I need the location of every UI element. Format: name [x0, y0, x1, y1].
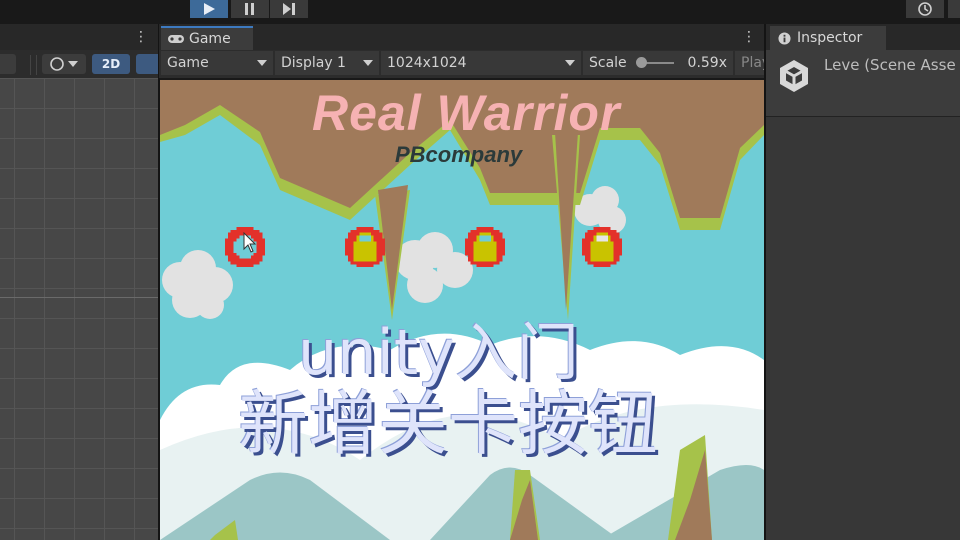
scene-tool-dropdown[interactable]: [0, 54, 16, 74]
scale-slider-handle[interactable]: [636, 57, 647, 68]
play-mode-label: Play: [741, 55, 765, 71]
gamepad-icon: [168, 35, 184, 43]
level-button-2-locked[interactable]: [342, 223, 388, 271]
inspector-asset-title: Leve (Scene Asse: [824, 56, 956, 74]
display-value: Display 1: [281, 55, 346, 71]
shading-icon: [50, 57, 64, 71]
lock-icon: [590, 232, 614, 262]
resolution-value: 1024x1024: [387, 55, 467, 71]
play-mode-select[interactable]: Play: [735, 51, 765, 75]
lock-icon: [473, 232, 497, 262]
history-icon: [918, 2, 932, 16]
display-select[interactable]: Display 1: [275, 51, 379, 75]
toolbar-button-partial[interactable]: [948, 0, 960, 18]
level-button-3-locked[interactable]: [462, 223, 508, 271]
play-button[interactable]: [190, 0, 228, 18]
pause-button[interactable]: [231, 0, 269, 18]
unity-logo-icon: [780, 60, 808, 92]
scene-axis-line: [0, 297, 158, 298]
chevron-down-icon: [68, 61, 78, 67]
history-button[interactable]: [906, 0, 944, 18]
view-type-select[interactable]: Game: [161, 51, 273, 75]
main-toolbar: [0, 0, 960, 24]
chevron-down-icon: [363, 60, 373, 66]
pause-icon: [245, 3, 254, 15]
mouse-cursor-icon: [243, 232, 257, 253]
lock-icon: [353, 232, 377, 262]
scene-view-grid[interactable]: [0, 78, 158, 540]
scene-panel-menu-button[interactable]: ⋮: [134, 28, 148, 46]
tab-inspector[interactable]: Inspector: [770, 26, 886, 50]
tab-game[interactable]: Game: [161, 26, 253, 50]
step-button[interactable]: [270, 0, 308, 18]
lighting-toggle[interactable]: [136, 54, 158, 74]
draw-mode-dropdown[interactable]: [42, 54, 86, 74]
tab-game-label: Game: [189, 31, 231, 47]
toolbar-separator: [30, 55, 37, 75]
game-subtitle: PBcompany: [395, 142, 523, 167]
scale-label: Scale: [589, 55, 627, 71]
2d-mode-toggle[interactable]: 2D: [92, 54, 130, 74]
step-icon: [283, 3, 295, 15]
game-title: Real Warrior: [312, 85, 621, 141]
info-icon: [778, 31, 791, 45]
chevron-down-icon: [257, 60, 267, 66]
inspector-body: [766, 117, 960, 540]
stalactite-2-earth: [555, 132, 578, 310]
chevron-down-icon: [565, 60, 575, 66]
resolution-select[interactable]: 1024x1024: [381, 51, 581, 75]
play-icon: [204, 3, 215, 15]
view-type-value: Game: [167, 55, 209, 71]
level-button-4-locked[interactable]: [579, 223, 625, 271]
video-overlay-line-2: 新增关卡按钮: [238, 383, 658, 465]
game-panel-menu-button[interactable]: ⋮: [742, 28, 756, 46]
tab-inspector-label: Inspector: [797, 30, 863, 46]
scale-value: 0.59x: [687, 55, 727, 71]
